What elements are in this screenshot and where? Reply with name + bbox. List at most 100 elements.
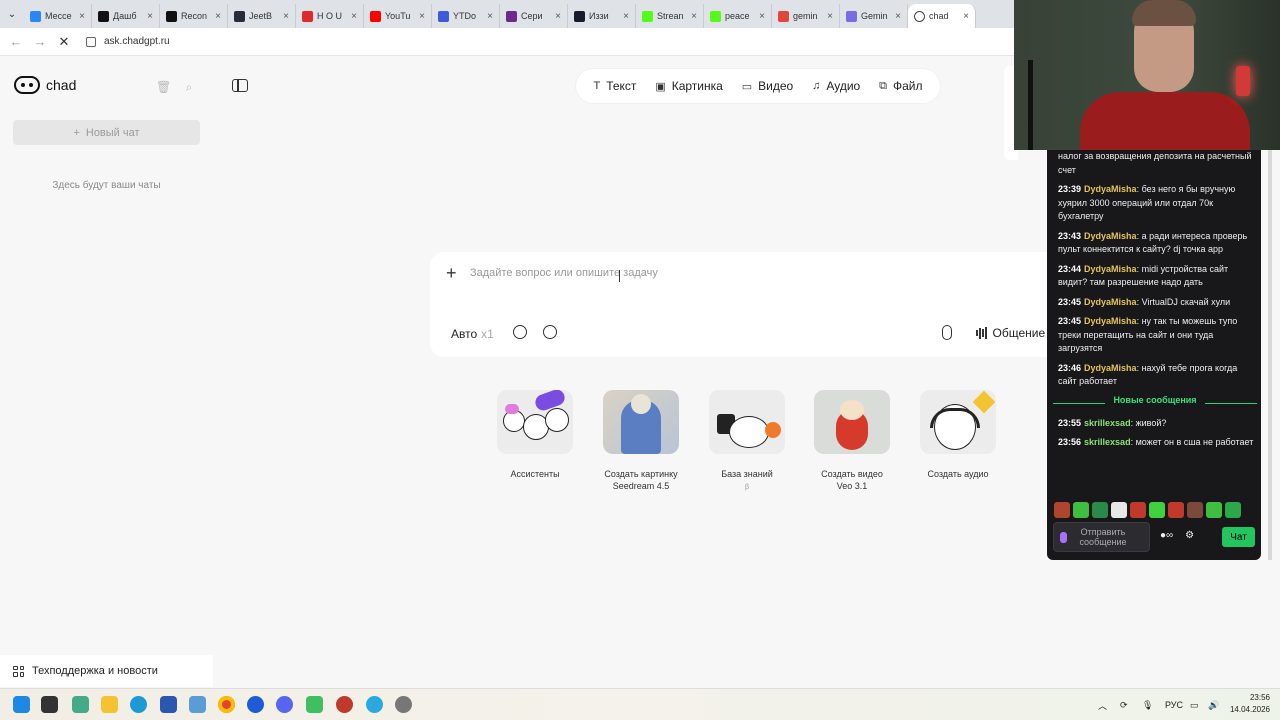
emote-icon[interactable] [1149,502,1165,518]
utorrent-icon[interactable] [306,696,323,713]
message-username[interactable]: skrillexsad [1084,437,1131,447]
browser-tab[interactable]: YouTu × [364,4,432,28]
browser-tab[interactable]: Strean × [636,4,704,28]
mode-video[interactable]: ▭ Видео [742,79,793,93]
emote-icon[interactable] [1092,502,1108,518]
snipping-tool-icon[interactable] [189,696,206,713]
search-icon[interactable]: ⌕ [182,80,196,94]
message-username[interactable]: DydyaMisha [1084,231,1137,241]
attach-plus-icon[interactable]: + [446,263,457,284]
mic-icon[interactable] [942,325,952,340]
emote-icon[interactable] [1206,502,1222,518]
browser-tab[interactable]: Дашб × [92,4,160,28]
edge-icon[interactable] [130,696,147,713]
tab-close-icon[interactable]: × [419,11,425,22]
browser-tab[interactable]: JeetB × [228,4,296,28]
message-username[interactable]: DydyaMisha [1084,316,1137,326]
feature-card[interactable]: База знаний β [697,390,797,494]
message-username[interactable]: DydyaMisha [1084,264,1137,274]
message-username[interactable]: DydyaMisha [1084,297,1137,307]
store-icon[interactable] [160,696,177,713]
logo[interactable]: chad [14,76,76,94]
telegram-icon[interactable] [366,696,383,713]
volume-icon[interactable]: 🔊 [1208,689,1219,720]
emote-icon[interactable] [1187,502,1203,518]
page-scrollbar[interactable] [1268,150,1272,560]
back-icon[interactable]: ← [4,30,28,54]
chat-mic-icon[interactable] [1060,531,1067,543]
tray-mic-icon[interactable]: 🎙 [1142,689,1153,720]
emote-icon[interactable] [1130,502,1146,518]
browser-tab[interactable]: Мессе × [24,4,92,28]
forward-icon[interactable]: → [28,30,52,54]
tab-close-icon[interactable]: × [79,11,85,22]
system-clock[interactable]: 23:56 14.04.2026 [1226,692,1270,716]
tab-close-icon[interactable]: × [827,11,833,22]
mode-music[interactable]: ♫ Аудио [812,79,860,93]
url-field[interactable]: ask.chadgpt.ru [86,36,170,47]
task-view-icon[interactable] [41,696,58,713]
browser-tab[interactable]: Иззи × [568,4,636,28]
app-icon[interactable] [247,696,264,713]
emote-icon[interactable] [1111,502,1127,518]
chat-send-button[interactable]: Чат [1222,527,1255,547]
chat-input[interactable]: Отправить сообщение [1053,522,1150,552]
url-text[interactable]: ask.chadgpt.ru [104,36,170,47]
tab-close-icon[interactable]: × [215,11,221,22]
message-username[interactable]: DydyaMisha [1084,184,1137,194]
windows-start-icon[interactable] [13,696,30,713]
keyboard-language[interactable]: РУС [1165,689,1183,720]
sidebar-toggle-icon[interactable] [232,79,248,92]
settings-icon[interactable] [395,696,412,713]
file-explorer-icon[interactable] [101,696,118,713]
feature-card[interactable]: Ассистенты [485,390,585,480]
widgets-icon[interactable] [72,696,89,713]
browser-tab[interactable]: chad × [908,4,976,28]
mode-file[interactable]: ⧉ Файл [879,79,922,93]
trash-icon[interactable]: 🗑 [156,80,171,94]
globe-icon[interactable] [543,325,557,339]
browser-tab[interactable]: H O U × [296,4,364,28]
mode-text[interactable]: T Текст [593,79,636,93]
emote-icon[interactable] [1168,502,1184,518]
stop-icon[interactable]: ✕ [52,30,76,54]
tab-close-icon[interactable]: × [895,11,901,22]
message-username[interactable]: skrillexsad [1084,418,1131,428]
message-username[interactable]: DydyaMisha [1084,363,1137,373]
tray-chevron-icon[interactable]: ︿ [1098,689,1107,720]
tab-close-icon[interactable]: × [487,11,493,22]
feature-card[interactable]: Создать картинку Seedream 4.5 [591,390,691,492]
tab-close-icon[interactable]: × [691,11,697,22]
mode-image[interactable]: ▣ Картинка [655,79,723,93]
browser-tab[interactable]: peace × [704,4,772,28]
chat-settings-icon[interactable]: ⚙ [1185,530,1194,541]
tab-close-icon[interactable]: × [963,11,969,22]
points-icon[interactable]: ●∞ [1160,530,1173,541]
browser-tab[interactable]: Сери × [500,4,568,28]
tab-close-icon[interactable]: × [283,11,289,22]
tray-sync-icon[interactable]: ⟳ [1120,689,1128,720]
browser-tab[interactable]: Gemin × [840,4,908,28]
tab-close-icon[interactable]: × [623,11,629,22]
new-chat-button[interactable]: + Новый чат [13,120,200,145]
tab-close-icon[interactable]: × [351,11,357,22]
prompt-input[interactable]: Задайте вопрос или опишите задачу [470,267,658,279]
voice-chat-button[interactable]: Общение [976,326,1045,340]
emote-icon[interactable] [1225,502,1241,518]
tab-close-icon[interactable]: × [147,11,153,22]
obs-icon[interactable] [336,696,353,713]
feature-card[interactable]: Создать видео Veo 3.1 [802,390,902,492]
settings-circle-icon[interactable] [513,325,527,339]
feature-card[interactable]: Создать аудио [908,390,1008,480]
site-info-icon[interactable] [86,36,96,47]
tab-search-icon[interactable]: ⌄ [0,0,24,28]
network-icon[interactable]: ▭ [1190,689,1199,720]
browser-tab[interactable]: YTDo × [432,4,500,28]
browser-tab[interactable]: Recon × [160,4,228,28]
browser-tab[interactable]: gemin × [772,4,840,28]
support-link[interactable]: Техподдержка и новости [0,655,213,687]
emote-icon[interactable] [1073,502,1089,518]
tab-close-icon[interactable]: × [759,11,765,22]
tab-close-icon[interactable]: × [555,11,561,22]
model-selector[interactable]: Авто x1 [451,327,494,341]
